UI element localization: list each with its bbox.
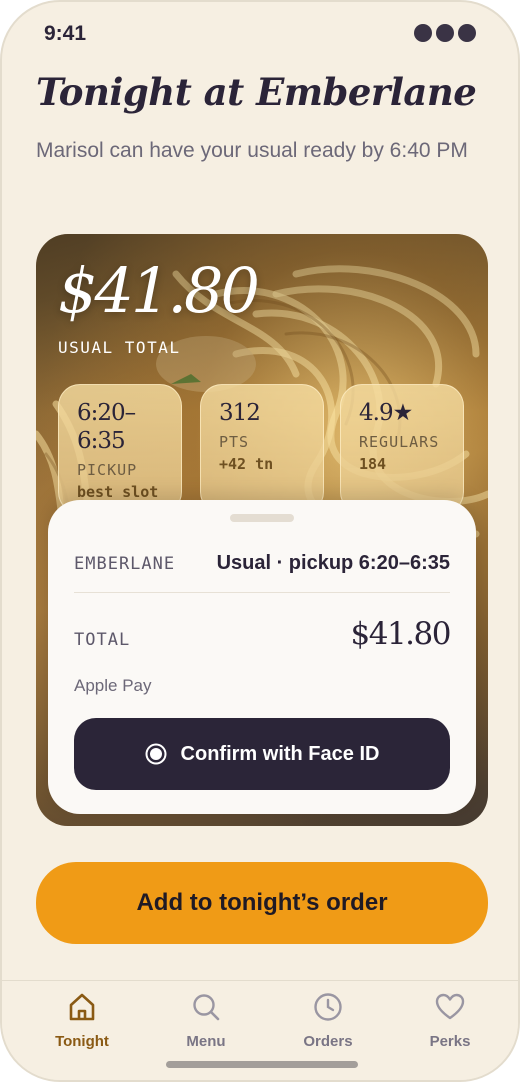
- face-id-icon: [145, 743, 167, 765]
- order-description: Usual · pickup 6:20–6:35: [216, 552, 450, 574]
- tab-bar: Tonight Menu Orders Perks: [2, 980, 518, 1080]
- stat-sub: best slot: [77, 483, 159, 501]
- stat-value: 312: [219, 400, 261, 426]
- home-indicator[interactable]: [166, 1061, 358, 1068]
- tab-label: Perks: [429, 1033, 471, 1050]
- tab-tonight[interactable]: Tonight: [32, 991, 132, 1055]
- home-icon: [69, 993, 95, 1021]
- confirm-label: Confirm with Face ID: [180, 742, 380, 765]
- stat-label: REGULARS: [359, 433, 440, 451]
- stat-value: 6:20–6:35: [77, 400, 136, 454]
- phone-screen: 9:41 Tonight at Emberlane Marisol can ha…: [0, 0, 520, 1082]
- usual-total-caption: USUAL TOTAL: [58, 338, 181, 357]
- page-title: Tonight at Emberlane: [36, 70, 477, 114]
- payment-method: Apple Pay: [74, 676, 152, 695]
- tab-perks[interactable]: Perks: [400, 991, 500, 1055]
- stat-card-regulars[interactable]: 4.9★ REGULARS 184: [340, 384, 464, 514]
- stat-sub: +42 tn: [219, 455, 274, 473]
- tab-label: Tonight: [55, 1033, 109, 1050]
- confirm-face-id-button[interactable]: Confirm with Face ID: [74, 718, 450, 790]
- stat-card-points[interactable]: 312 PTS +42 tn: [200, 384, 324, 514]
- divider: [74, 592, 450, 593]
- stat-label: PICKUP: [77, 461, 138, 479]
- tab-menu[interactable]: Menu: [156, 991, 256, 1055]
- add-to-order-label: Add to tonight’s order: [136, 889, 388, 916]
- heart-icon: [435, 993, 465, 1020]
- sheet-drag-handle[interactable]: [230, 514, 294, 522]
- tab-label: Orders: [303, 1033, 353, 1050]
- usual-total-amount: $41.80: [58, 254, 260, 327]
- search-icon: [193, 994, 220, 1021]
- clock-icon: [314, 993, 342, 1021]
- total-value: $41.80: [350, 616, 452, 652]
- tab-orders[interactable]: Orders: [278, 991, 378, 1055]
- add-to-order-button[interactable]: Add to tonight’s order: [36, 862, 488, 944]
- total-label: TOTAL: [74, 630, 131, 650]
- page-subtitle: Marisol can have your usual ready by 6:4…: [36, 139, 468, 162]
- status-indicators-icon: [414, 24, 476, 42]
- hero-card: $41.80 USUAL TOTAL 6:20–6:35 PICKUP best…: [36, 234, 488, 826]
- stat-card-pickup[interactable]: 6:20–6:35 PICKUP best slot: [58, 384, 182, 514]
- status-dot: [458, 24, 476, 42]
- status-dot: [436, 24, 454, 42]
- status-time: 9:41: [44, 22, 87, 45]
- status-dot: [414, 24, 432, 42]
- tab-label: Menu: [186, 1033, 226, 1050]
- stat-value: 4.9★: [359, 400, 413, 426]
- stat-sub: 184: [359, 455, 387, 473]
- stat-label: PTS: [219, 433, 250, 451]
- merchant-name: EMBERLANE: [74, 554, 176, 574]
- payment-sheet: EMBERLANE Usual · pickup 6:20–6:35 TOTAL…: [48, 500, 476, 814]
